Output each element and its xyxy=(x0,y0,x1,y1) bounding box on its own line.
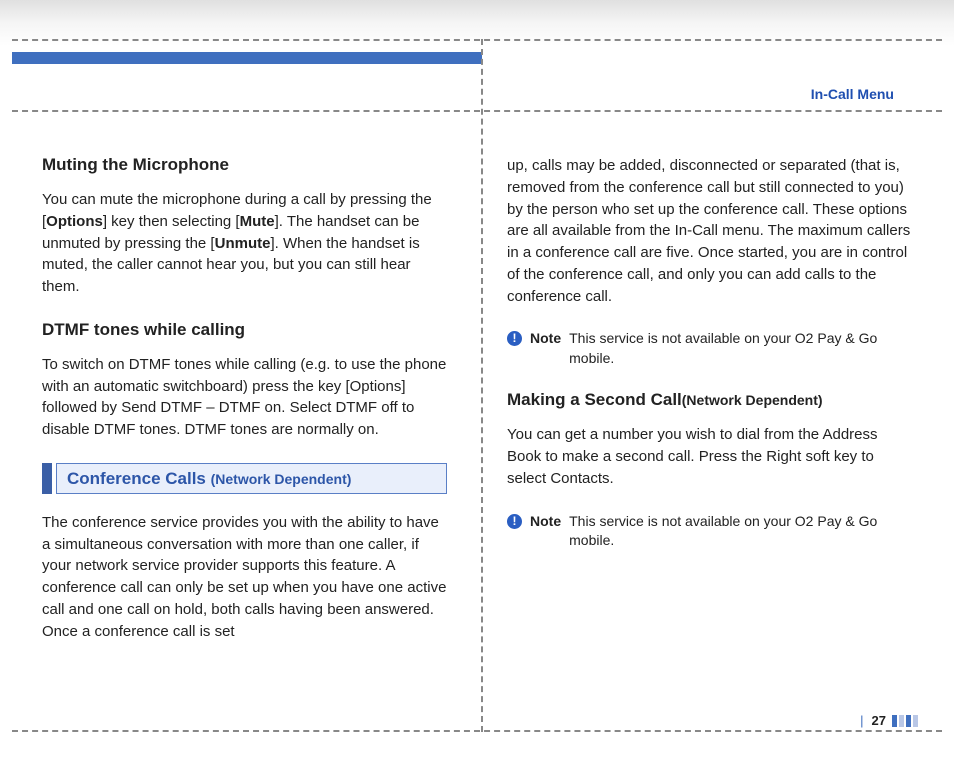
paragraph-conference: The conference service provides you with… xyxy=(42,512,447,643)
page-divider-icon: | xyxy=(860,713,863,728)
key-options: Options xyxy=(46,213,103,230)
heading-dtmf: DTMF tones while calling xyxy=(42,320,447,340)
dashed-border-mid xyxy=(12,110,942,112)
note-text: This service is not available on your O2… xyxy=(569,512,912,551)
heading-second-call: Making a Second Call(Network Dependent) xyxy=(507,390,912,410)
paragraph-conference-cont: up, calls may be added, disconnected or … xyxy=(507,155,912,307)
paragraph-muting: You can mute the microphone during a cal… xyxy=(42,189,447,298)
right-column: up, calls may be added, disconnected or … xyxy=(507,155,912,704)
note-icon: ! xyxy=(507,331,522,346)
page-number-value: 27 xyxy=(872,713,886,728)
page-number: | 27 xyxy=(856,713,922,728)
header-blue-bar xyxy=(12,52,482,64)
key-unmute: Unmute xyxy=(215,235,271,252)
key-mute: Mute xyxy=(240,213,275,230)
dashed-border-top xyxy=(12,39,942,41)
note-text: This service is not available on your O2… xyxy=(569,329,912,368)
note-label: Note xyxy=(530,329,561,349)
note-label: Note xyxy=(530,512,561,532)
dashed-border-bottom xyxy=(12,730,942,732)
note-row-2: ! Note This service is not available on … xyxy=(507,512,912,551)
left-column: Muting the Microphone You can mute the m… xyxy=(42,155,447,704)
page-decoration-icon xyxy=(892,715,918,727)
paragraph-dtmf: To switch on DTMF tones while calling (e… xyxy=(42,354,447,441)
heading-muting: Muting the Microphone xyxy=(42,155,447,175)
section-box-conference: Conference Calls (Network Dependent) xyxy=(42,463,447,494)
content-columns: Muting the Microphone You can mute the m… xyxy=(42,155,912,704)
note-icon: ! xyxy=(507,514,522,529)
section-header-label: In-Call Menu xyxy=(811,86,894,102)
section-box-title: Conference Calls (Network Dependent) xyxy=(56,463,447,494)
note-row-1: ! Note This service is not available on … xyxy=(507,329,912,368)
section-box-nub xyxy=(42,463,52,494)
paragraph-second-call: You can get a number you wish to dial fr… xyxy=(507,424,912,489)
